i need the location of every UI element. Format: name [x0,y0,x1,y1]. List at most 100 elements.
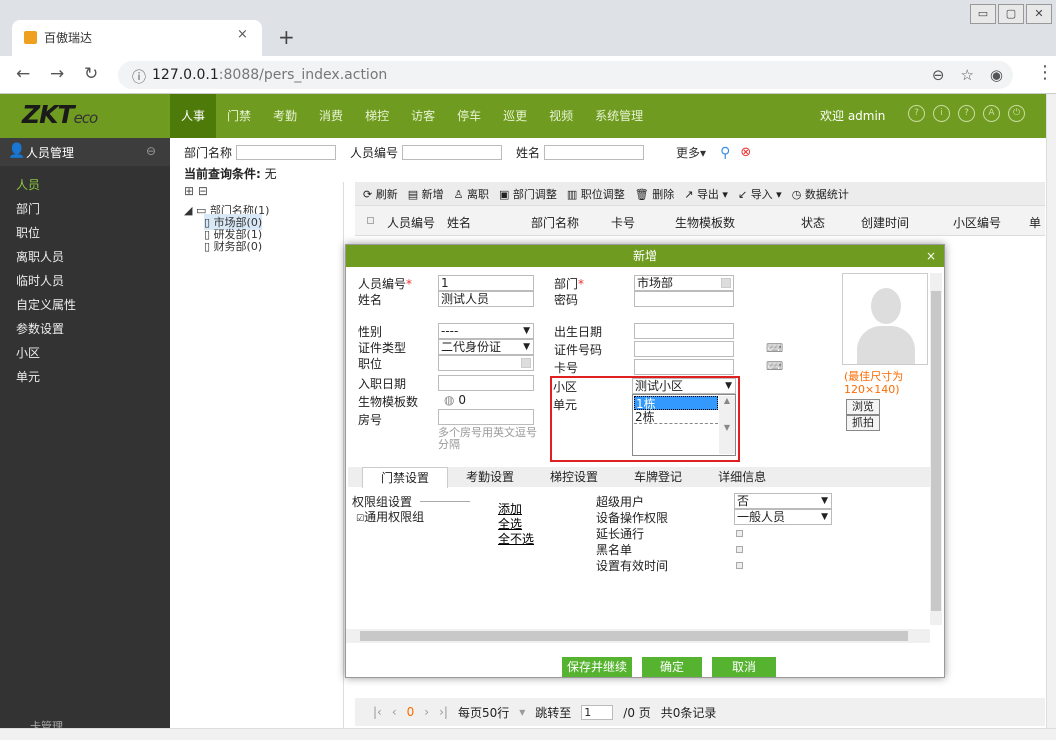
expand-all-icon[interactable]: ⊞ [184,184,194,198]
sidebar-item-personnel[interactable]: 人员 [16,176,40,193]
id-reader-icon[interactable]: ⌨ [766,341,783,355]
new-tab-button[interactable]: + [278,25,295,49]
sidebar-item-position[interactable]: 职位 [16,224,40,241]
bookmark-star-icon[interactable]: ☆ [960,66,973,84]
dialog-vertical-scrollbar[interactable] [930,273,942,625]
nav-item-patrol[interactable]: 巡更 [492,94,538,138]
nav-item-consumption[interactable]: 消费 [308,94,354,138]
col-community[interactable]: 小区编号 [953,214,1001,231]
col-bio[interactable]: 生物模板数 [675,214,735,231]
reload-icon[interactable]: ↻ [84,64,98,84]
tab-details[interactable]: 详细信息 [700,467,784,487]
sidebar-item-unit[interactable]: 单元 [16,368,40,385]
cancel-button[interactable]: 取消 [712,657,776,677]
clear-icon[interactable]: ⊗ [740,145,751,160]
col-card[interactable]: 卡号 [611,214,635,231]
card-reader-icon[interactable]: ⌨ [766,359,783,373]
close-window-icon[interactable]: ✕ [1026,4,1052,24]
col-unit[interactable]: 单 [1029,214,1041,231]
col-status[interactable]: 状态 [801,214,825,231]
first-page-icon[interactable]: |‹ [373,705,382,719]
ok-button[interactable]: 确定 [642,657,702,677]
sidebar-item-params[interactable]: 参数设置 [16,320,64,337]
gender-select[interactable]: ---- ▼ [438,323,534,339]
page-number-input[interactable]: 1 [581,704,614,720]
password-input[interactable] [634,291,734,307]
page-vertical-scrollbar[interactable] [1046,94,1056,728]
logout-icon[interactable]: ⏻ [1008,105,1025,122]
search-icon[interactable]: ⚲ [720,145,730,161]
position-select[interactable] [438,355,534,371]
info-icon[interactable]: ⓘ [132,67,146,87]
nav-item-elevator[interactable]: 梯控 [354,94,400,138]
birthdate-input[interactable] [634,323,734,339]
sidebar-item-resigned[interactable]: 离职人员 [16,248,64,265]
pin-filter-input[interactable] [402,145,503,160]
help-icon[interactable]: ? [958,105,975,122]
delay-pass-checkbox[interactable] [736,530,743,537]
blacklist-checkbox[interactable] [736,546,743,553]
col-created[interactable]: 创建时间 [861,214,909,231]
maximize-icon[interactable]: ▢ [998,4,1024,24]
per-page-arrow-icon[interactable]: ▾ [519,705,525,719]
url-input[interactable]: ⓘ 127.0.0.1:8088/pers_index.action ⊖ ☆ ◉ [118,61,1013,89]
tab-plate[interactable]: 车牌登记 [616,467,700,487]
nav-item-parking[interactable]: 停车 [446,94,492,138]
forward-icon[interactable]: → [50,64,64,84]
select-none-link[interactable]: 全不选 [498,530,534,547]
save-continue-button[interactable]: 保存并继续 [562,657,632,677]
room-input[interactable] [438,409,534,425]
page-horizontal-scrollbar[interactable] [0,728,1056,740]
prev-page-icon[interactable]: ‹ [392,705,397,719]
about-icon[interactable]: i [933,105,950,122]
hire-date-input[interactable] [438,375,534,391]
admin-icon[interactable]: A [983,105,1000,122]
zoom-icon[interactable]: ⊖ [932,66,945,84]
nav-item-access[interactable]: 门禁 [216,94,262,138]
dept-filter-input[interactable] [236,145,337,160]
sidebar-item-temporary[interactable]: 临时人员 [16,272,64,289]
dept-adjust-button[interactable]: ▣ 部门调整 [499,186,557,202]
col-name[interactable]: 姓名 [447,214,471,231]
browse-button[interactable]: 浏览 [846,399,880,415]
idtype-select[interactable]: 二代身份证 ▼ [438,339,534,355]
name-input[interactable]: 测试人员 [438,291,534,307]
browser-tab[interactable]: 百傲瑞达 × [12,20,262,56]
nav-item-attendance[interactable]: 考勤 [262,94,308,138]
collapse-all-icon[interactable]: ⊟ [198,184,208,198]
card-input[interactable] [634,359,734,375]
name-filter-input[interactable] [544,145,645,160]
position-adjust-button[interactable]: ▥ 职位调整 [567,186,625,202]
collapse-icon[interactable]: ⊖ [146,144,156,158]
device-op-select[interactable]: 一般人员 ▼ [734,509,832,525]
more-filters-button[interactable]: 更多▾ [676,144,706,161]
per-page-select[interactable]: 每页50行 [458,704,509,721]
dialog-horizontal-scrollbar[interactable] [346,629,930,643]
add-button[interactable]: ▤ 新增 [408,186,444,202]
sidebar-item-community[interactable]: 小区 [16,344,40,361]
import-button[interactable]: ↙ 导入 ▾ [738,186,782,202]
tab-access[interactable]: 门禁设置 [362,466,449,488]
minimize-icon[interactable]: ▭ [970,4,996,24]
last-page-icon[interactable]: ›| [439,705,448,719]
dialog-close-button[interactable]: × [926,245,936,267]
delete-button[interactable]: 🗑 删除 [635,186,674,202]
tab-elevator[interactable]: 梯控设置 [532,467,616,487]
access-group-item[interactable]: ☑通用权限组 [356,508,424,525]
select-all-checkbox[interactable] [367,217,374,224]
capture-button[interactable]: 抓拍 [846,415,880,431]
sidebar-item-custom-attrs[interactable]: 自定义属性 [16,296,76,313]
back-icon[interactable]: ← [16,64,30,84]
browser-menu-icon[interactable]: ⋮ [1036,62,1054,83]
col-pin[interactable]: 人员编号 [387,214,435,231]
nav-item-visitor[interactable]: 访客 [400,94,446,138]
statistics-button[interactable]: ◷ 数据统计 [792,186,849,202]
tab-close-button[interactable]: × [237,27,248,42]
user-icon[interactable]: ? [908,105,925,122]
nav-item-system[interactable]: 系统管理 [584,94,654,138]
tree-node-finance[interactable]: ▯ 财务部(0) [204,238,262,254]
sidebar-header[interactable]: 👤 人员管理 ⊖ [0,138,170,166]
nav-item-video[interactable]: 视频 [538,94,584,138]
resign-button[interactable]: ♙ 离职 [454,186,489,202]
account-icon[interactable]: ◉ [990,66,1003,84]
